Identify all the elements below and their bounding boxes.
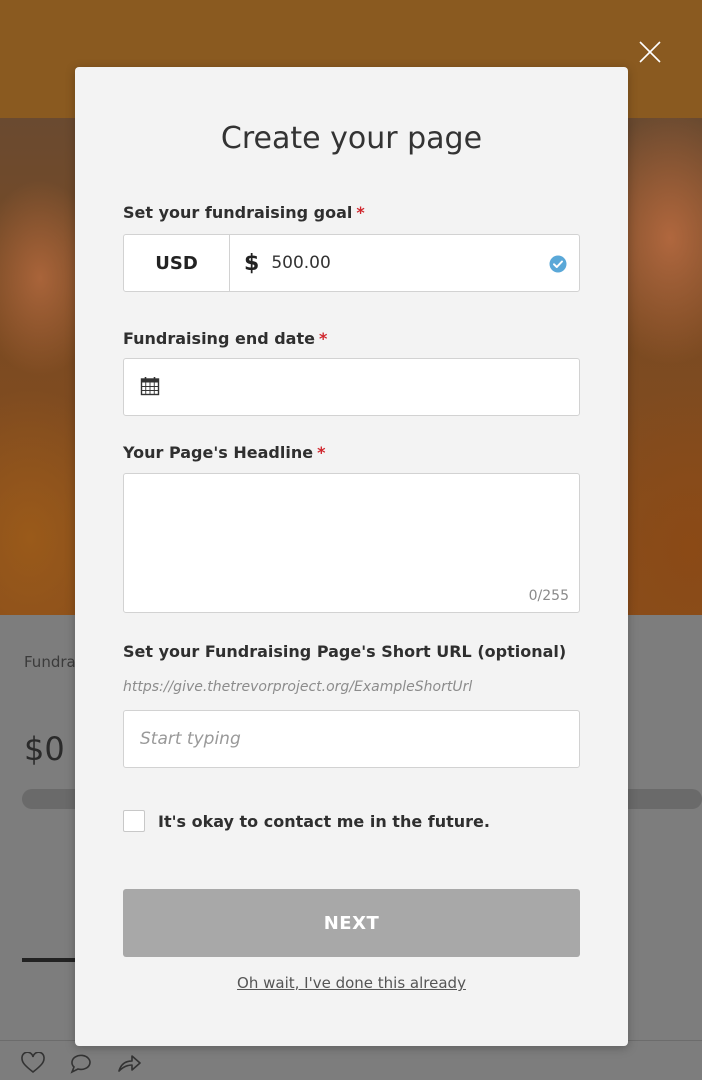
- short-url-hint: https://give.thetrevorproject.org/Exampl…: [123, 679, 473, 695]
- heart-icon[interactable]: [20, 1052, 46, 1074]
- required-mark: *: [356, 203, 365, 222]
- required-mark: *: [318, 329, 328, 348]
- character-counter: 0/255: [528, 588, 569, 604]
- calendar-icon: [140, 377, 160, 396]
- next-button[interactable]: NEXT: [123, 889, 580, 957]
- modal-title: Create your page: [220, 121, 483, 156]
- fundraising-label: Fundra: [24, 653, 76, 671]
- end-date-label-text: Fundraising end date: [123, 329, 315, 348]
- end-date-input[interactable]: [123, 358, 580, 416]
- social-actions: [20, 1052, 142, 1074]
- headline-label: Your Page's Headline *: [123, 443, 325, 462]
- currency-selector[interactable]: USD: [124, 235, 230, 291]
- goal-label: Set your fundraising goal *: [123, 203, 365, 222]
- contact-consent-label: It's okay to contact me in the future.: [158, 811, 490, 831]
- goal-amount-input[interactable]: $ 500.00: [230, 235, 579, 291]
- contact-consent-row[interactable]: It's okay to contact me in the future.: [123, 810, 490, 832]
- already-done-link[interactable]: Oh wait, I've done this already: [75, 974, 628, 992]
- goal-label-text: Set your fundraising goal: [123, 203, 353, 222]
- required-mark: *: [317, 443, 326, 462]
- raised-amount: $0: [24, 730, 65, 768]
- end-date-label: Fundraising end date *: [123, 329, 327, 348]
- currency-symbol: $: [244, 250, 260, 276]
- short-url-placeholder: Start typing: [140, 729, 241, 749]
- create-page-modal: Create your page Set your fundraising go…: [75, 67, 628, 1046]
- short-url-input[interactable]: Start typing: [123, 710, 580, 768]
- headline-label-text: Your Page's Headline: [123, 443, 314, 462]
- goal-field: USD $ 500.00: [123, 234, 580, 292]
- comment-icon[interactable]: [68, 1052, 94, 1074]
- goal-amount-value: 500.00: [271, 253, 331, 273]
- headline-textarea[interactable]: 0/255: [123, 473, 580, 613]
- close-icon[interactable]: [636, 38, 664, 66]
- short-url-label: Set your Fundraising Page's Short URL (o…: [123, 642, 567, 661]
- contact-consent-checkbox[interactable]: [123, 810, 145, 832]
- share-icon[interactable]: [116, 1052, 142, 1074]
- check-circle-icon: [549, 255, 567, 273]
- active-tab-indicator: [22, 958, 82, 962]
